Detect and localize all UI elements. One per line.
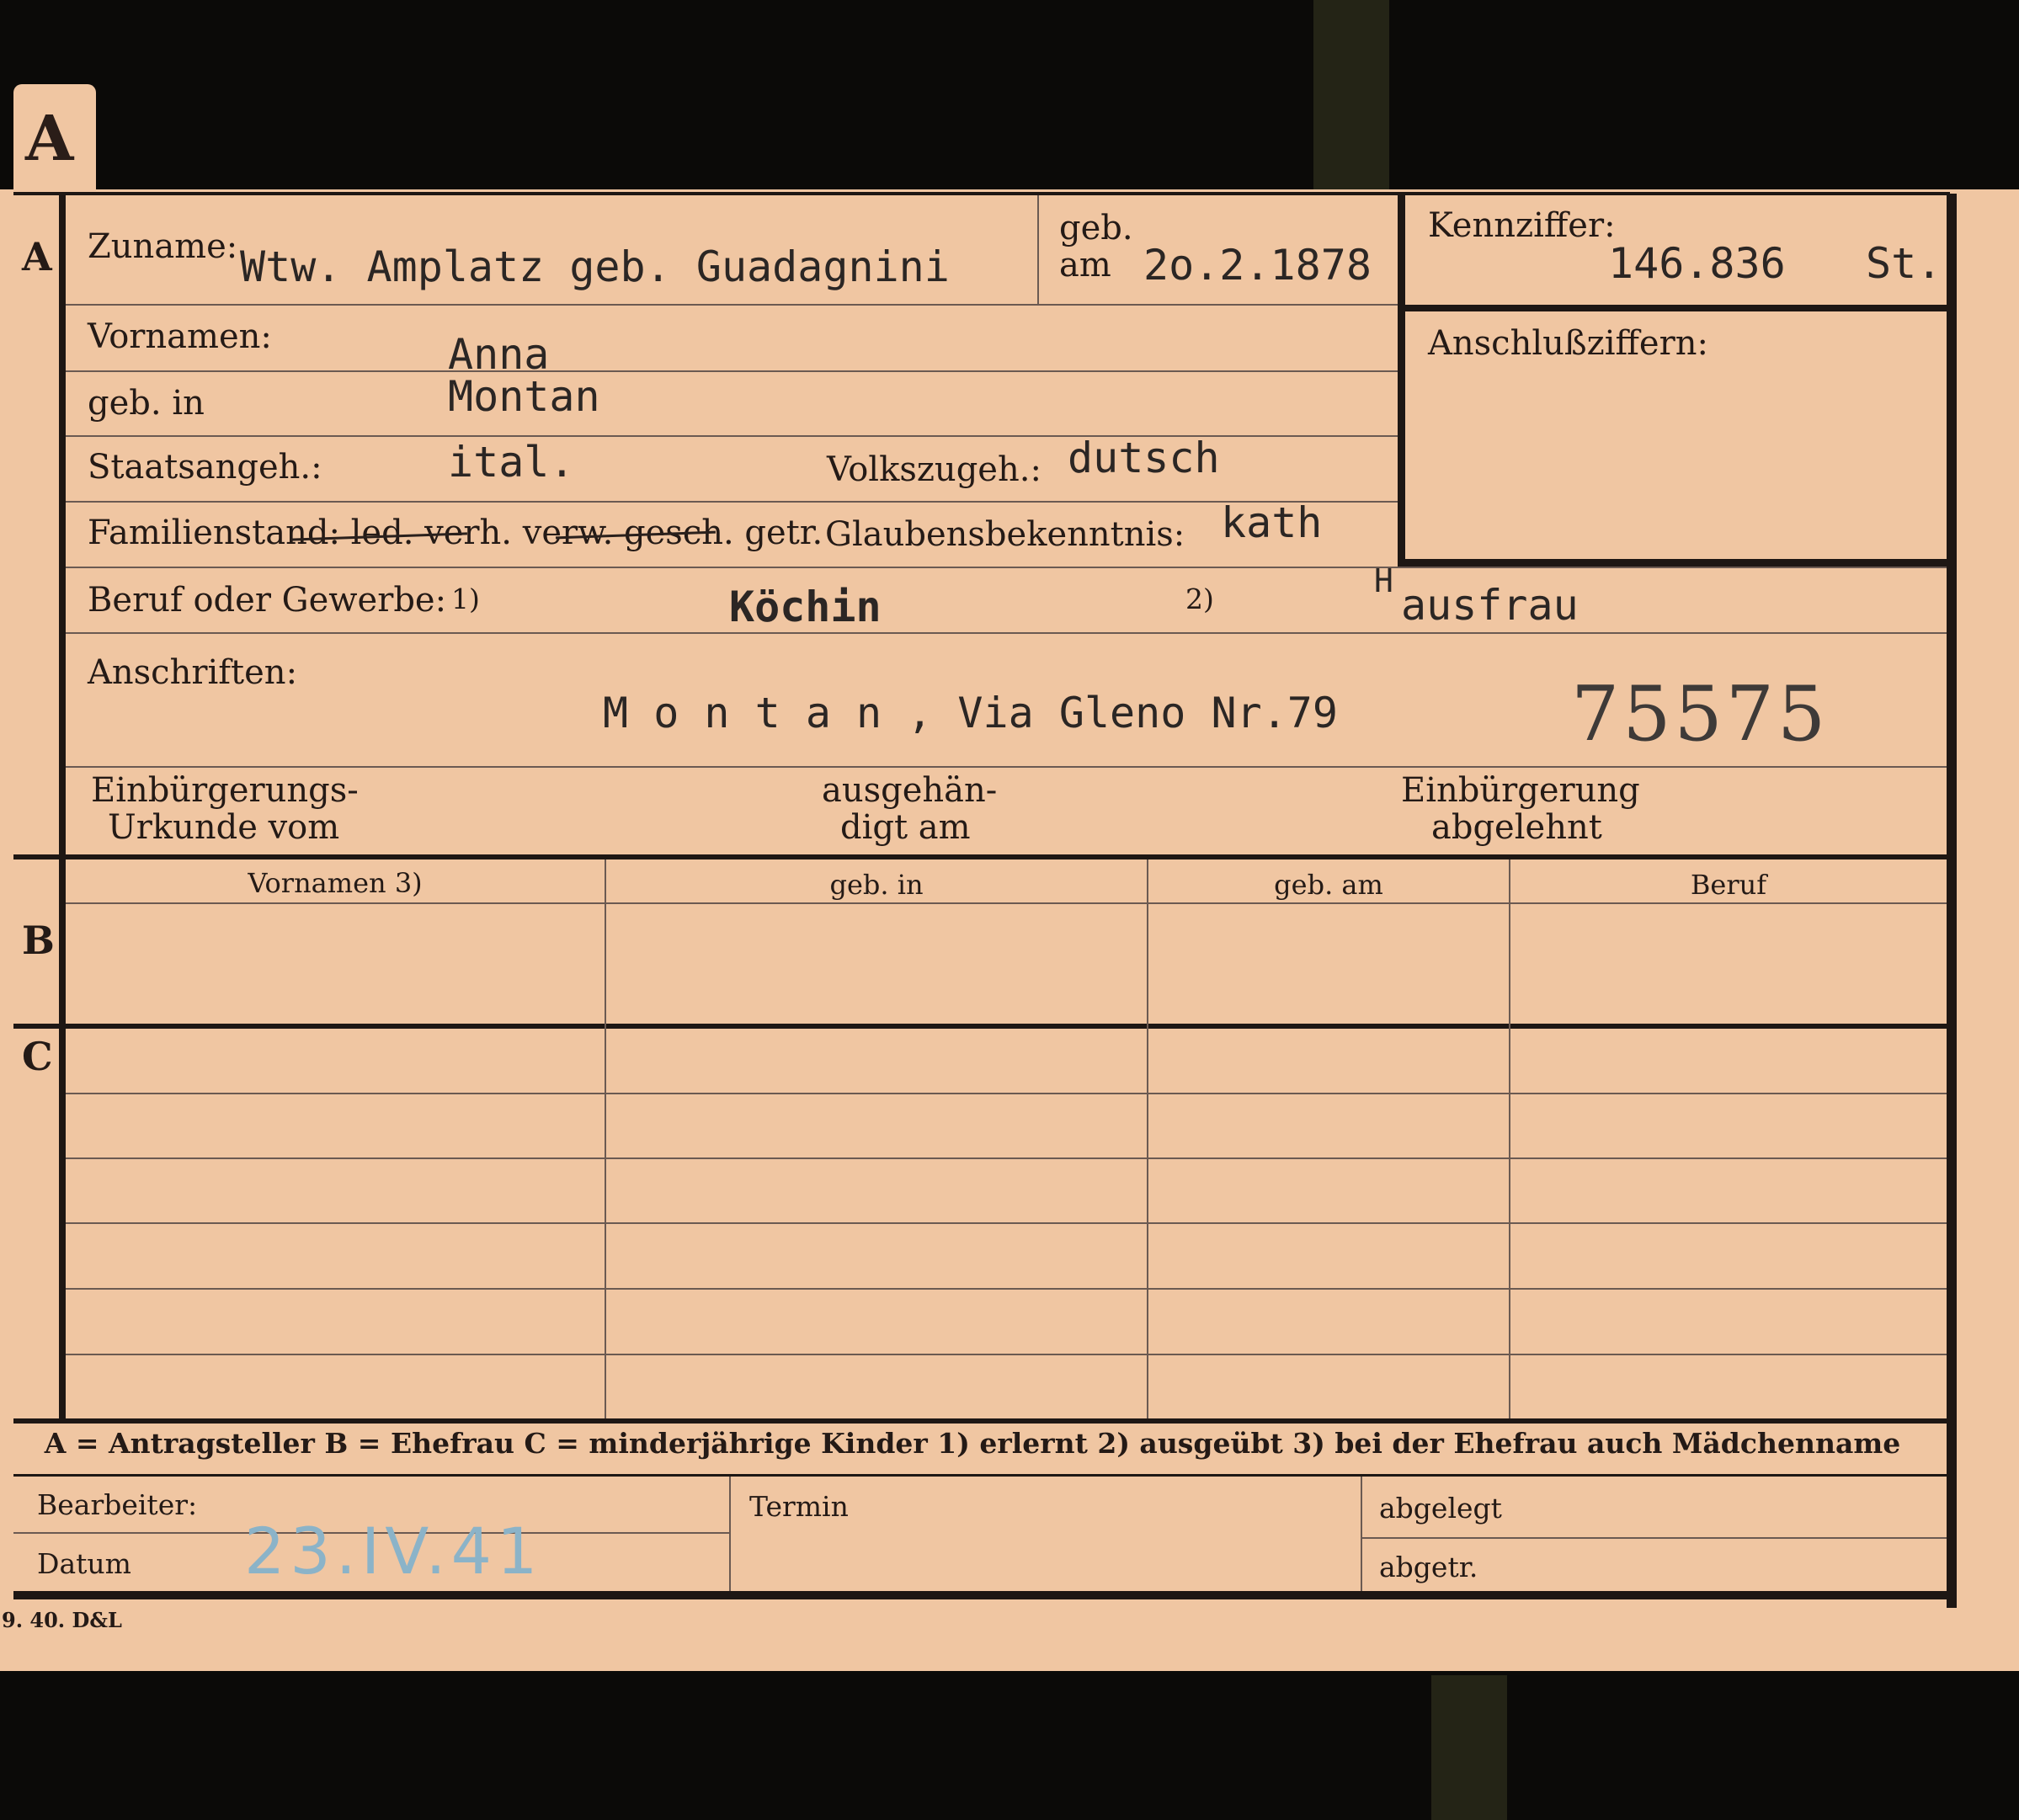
geb-in-label: geb. in: [88, 384, 205, 423]
footer-divider: [729, 1477, 731, 1591]
kennziffer-box-left: [1398, 194, 1405, 568]
table-col-divider: [605, 859, 606, 1418]
section-b-letter: B: [22, 918, 55, 963]
table-row-rule: [66, 1354, 1947, 1355]
datum-label: Datum: [37, 1547, 131, 1580]
divider-b: [13, 854, 1948, 859]
table-row-rule: [66, 1093, 1947, 1094]
glaubensbekenntnis-value: kath: [1221, 498, 1323, 547]
table-header-rule: [66, 902, 1947, 904]
table-col-divider: [1509, 859, 1510, 1418]
glaubensbekenntnis-label: Glaubensbekenntnis:: [825, 515, 1185, 554]
legend: A = Antragsteller B = Ehefrau C = minder…: [44, 1427, 1901, 1460]
film-strip-bottom: [1431, 1675, 1507, 1820]
abgetr-label: abgetr.: [1379, 1551, 1478, 1583]
frame-left: [59, 194, 66, 1418]
datum-value: 23.IV.41: [244, 1514, 543, 1589]
einbuergerungsurkunde-label-1: Einbürgerungs-: [91, 771, 359, 810]
ausgehaendigt-label-2: digt am: [840, 808, 971, 847]
rule: [66, 304, 1398, 306]
table-header-vornamen: Vornamen 3): [248, 867, 423, 899]
frame-top: [13, 192, 1950, 195]
kennziffer-suffix: St.: [1866, 239, 1942, 288]
beruf-label: Beruf oder Gewerbe:: [88, 581, 447, 620]
bearbeiter-label: Bearbeiter:: [37, 1488, 198, 1521]
beruf-2-value: ausfrau: [1401, 581, 1579, 630]
anschrift-value: M o n t a n , Via Gleno Nr.79: [603, 689, 1338, 737]
vornamen-label: Vornamen:: [88, 317, 272, 356]
kennziffer-label: Kennziffer:: [1428, 206, 1616, 245]
footer-divider: [1361, 1477, 1362, 1591]
table-row-rule: [66, 1288, 1947, 1290]
table-header-geb-in: geb. in: [829, 869, 924, 901]
divider-c: [13, 1024, 1948, 1029]
rule: [66, 567, 1947, 568]
print-code: 9. 40. D&L: [2, 1608, 122, 1632]
footnote-2-ref: 2): [1185, 583, 1214, 615]
termin-label: Termin: [749, 1490, 849, 1523]
volkszugeh-value: dutsch: [1068, 434, 1220, 482]
staatsangeh-value: ital.: [448, 438, 575, 487]
abgelegt-label: abgelegt: [1379, 1492, 1502, 1525]
beruf-1-value: Köchin: [729, 583, 882, 631]
ausgehaendigt-label-1: ausgehän-: [822, 771, 998, 810]
stamp-number: 75575: [1571, 670, 1830, 758]
section-a-letter: A: [22, 234, 52, 279]
table-header-beruf: Beruf: [1690, 869, 1767, 901]
table-row-rule: [66, 1222, 1947, 1224]
film-strip-top: [1313, 0, 1389, 189]
einbuergerungsurkunde-label-2: Urkunde vom: [108, 808, 340, 847]
zuname-label: Zuname:: [88, 227, 238, 266]
footnote-1-ref: 1): [451, 583, 480, 615]
tab-letter: A: [25, 103, 74, 175]
anschlussziffern-label: Anschlußziffern:: [1428, 324, 1708, 363]
kennziffer-value: 146.836: [1608, 239, 1786, 288]
rule: [66, 501, 1398, 503]
einbuergerung-abgelehnt-label-1: Einbürgerung: [1401, 771, 1640, 810]
table-header-geb-am: geb. am: [1274, 869, 1383, 901]
geb-am-value: 2o.2.1878: [1143, 241, 1372, 290]
einbuergerung-abgelehnt-label-2: abgelehnt: [1431, 808, 1602, 847]
zuname-value: Wtw. Amplatz geb. Guadagnini: [240, 242, 950, 291]
rule: [66, 632, 1947, 634]
staatsangeh-label: Staatsangeh.:: [88, 448, 322, 487]
geb-in-value: Montan: [448, 372, 600, 421]
geb-label: geb.: [1059, 209, 1133, 247]
kennziffer-box-sep: [1405, 305, 1948, 311]
beruf-2-prefix: H: [1374, 562, 1393, 599]
volkszugeh-label: Volkszugeh.:: [827, 450, 1041, 489]
divider-legend-bottom: [13, 1474, 1948, 1477]
frame-right: [1947, 194, 1957, 1608]
frame-bottom: [13, 1591, 1957, 1599]
table-col-divider: [1147, 859, 1148, 1418]
rule: [66, 370, 1398, 372]
rule: [66, 766, 1947, 768]
am-label: am: [1059, 246, 1111, 285]
vrule: [1037, 195, 1039, 305]
footer-rule: [1362, 1537, 1947, 1539]
section-c-letter: C: [22, 1034, 53, 1079]
anschriften-label: Anschriften:: [88, 653, 298, 692]
divider-legend-top: [13, 1418, 1948, 1424]
table-row-rule: [66, 1157, 1947, 1159]
